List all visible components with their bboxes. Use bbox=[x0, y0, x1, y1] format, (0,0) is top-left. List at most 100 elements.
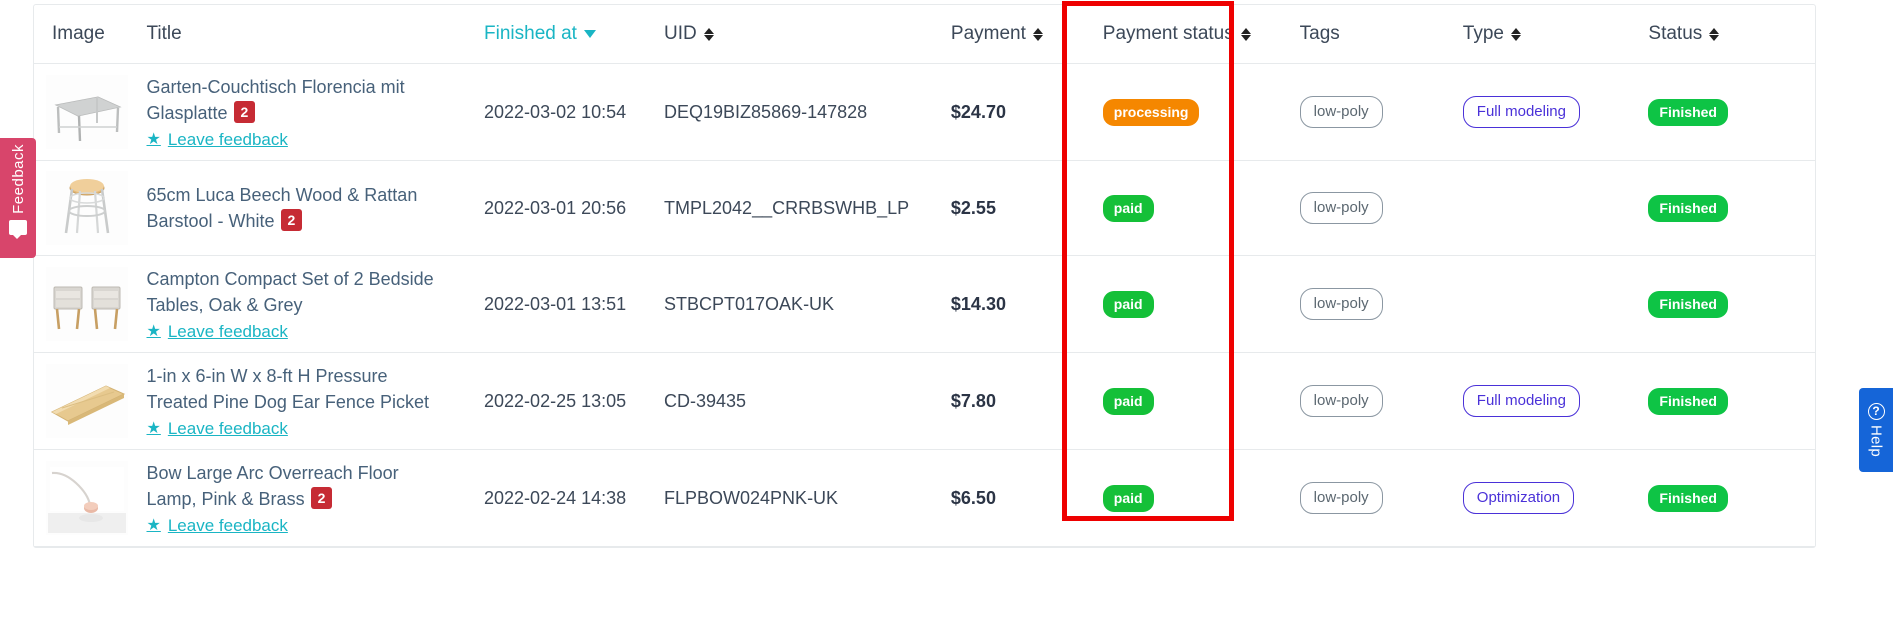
status-badge: Finished bbox=[1648, 99, 1728, 126]
leave-feedback-link[interactable]: ★Leave feedback bbox=[147, 419, 288, 439]
finished-at-value: 2022-02-25 13:05 bbox=[484, 391, 626, 411]
cell-finished-at: 2022-02-24 14:38 bbox=[484, 450, 664, 547]
column-header-uid[interactable]: UID bbox=[664, 5, 951, 64]
product-title: 1-in x 6-in W x 8-ft H Pressure Treated … bbox=[147, 366, 429, 412]
product-title-wrapper: 1-in x 6-in W x 8-ft H Pressure Treated … bbox=[147, 363, 437, 415]
leave-feedback-label: Leave feedback bbox=[168, 516, 288, 536]
page-bottom-edge bbox=[0, 623, 1893, 633]
table-row[interactable]: 65cm Luca Beech Wood & Rattan Barstool -… bbox=[34, 161, 1815, 256]
table-row[interactable]: 1-in x 6-in W x 8-ft H Pressure Treated … bbox=[34, 353, 1815, 450]
item-count-badge: 2 bbox=[281, 209, 303, 231]
cell-image bbox=[34, 256, 147, 353]
product-title-wrapper: Bow Large Arc Overreach Floor Lamp, Pink… bbox=[147, 460, 437, 512]
sort-arrows-icon bbox=[1241, 28, 1251, 41]
leave-feedback-link[interactable]: ★Leave feedback bbox=[147, 130, 288, 150]
fence-picket-plank-thumbnail bbox=[46, 364, 128, 438]
table-row[interactable]: Garten-Couchtisch Florencia mit Glasplat… bbox=[34, 64, 1815, 161]
payment-value: $24.70 bbox=[951, 102, 1006, 122]
product-title-wrapper: 65cm Luca Beech Wood & Rattan Barstool -… bbox=[147, 182, 437, 234]
cell-status: Finished bbox=[1648, 161, 1815, 256]
leave-feedback-link[interactable]: ★Leave feedback bbox=[147, 322, 288, 342]
feedback-tab[interactable]: Feedback bbox=[0, 138, 36, 258]
cell-image bbox=[34, 450, 147, 547]
column-header-status[interactable]: Status bbox=[1648, 5, 1815, 64]
status-badge: Finished bbox=[1648, 291, 1728, 318]
orders-table: Image TitleFinished at UID Payment Payment s… bbox=[34, 5, 1815, 547]
cell-type: Optimization bbox=[1463, 450, 1649, 547]
table-row[interactable]: Campton Compact Set of 2 Bedside Tables,… bbox=[34, 256, 1815, 353]
column-header-type[interactable]: Type bbox=[1463, 5, 1649, 64]
payment-value: $14.30 bbox=[951, 294, 1006, 314]
payment-status-badge: paid bbox=[1103, 485, 1154, 512]
column-header-uid-inner: UID bbox=[664, 23, 714, 45]
leave-feedback-link[interactable]: ★Leave feedback bbox=[147, 516, 288, 536]
cell-tags: low-poly bbox=[1300, 353, 1463, 450]
cell-image bbox=[34, 161, 147, 256]
cell-payment: $6.50 bbox=[951, 450, 1103, 547]
cell-finished-at: 2022-03-01 20:56 bbox=[484, 161, 664, 256]
cell-payment: $24.70 bbox=[951, 64, 1103, 161]
uid-value: TMPL2042__CRRBSWHB_LP bbox=[664, 198, 909, 218]
payment-value: $6.50 bbox=[951, 488, 996, 508]
help-tab[interactable]: ? Help bbox=[1859, 388, 1893, 472]
cell-payment: $7.80 bbox=[951, 353, 1103, 450]
product-title: Bow Large Arc Overreach Floor Lamp, Pink… bbox=[147, 463, 399, 509]
column-header-payment_status-inner: Payment status bbox=[1103, 23, 1251, 45]
tag-chip[interactable]: low-poly bbox=[1300, 96, 1383, 128]
status-badge: Finished bbox=[1648, 388, 1728, 415]
cell-payment-status: paid bbox=[1103, 353, 1300, 450]
sort-desc-caret-icon bbox=[584, 30, 596, 38]
arc-floor-lamp-thumbnail bbox=[46, 461, 128, 535]
column-header-payment_status[interactable]: Payment status bbox=[1103, 5, 1300, 64]
product-title: Campton Compact Set of 2 Bedside Tables,… bbox=[147, 269, 434, 315]
column-header-image-inner: Image bbox=[52, 23, 105, 45]
finished-at-value: 2022-03-01 13:51 bbox=[484, 294, 626, 314]
table-header-row: Image TitleFinished at UID Payment Payment s… bbox=[34, 5, 1815, 64]
chat-bubble-icon bbox=[9, 220, 27, 235]
cell-status: Finished bbox=[1648, 256, 1815, 353]
cell-tags: low-poly bbox=[1300, 256, 1463, 353]
column-header-type-inner: Type bbox=[1463, 23, 1521, 45]
column-header-payment-label: Payment bbox=[951, 23, 1026, 45]
column-header-finished_at[interactable]: Finished at bbox=[484, 5, 664, 64]
column-header-type-label: Type bbox=[1463, 23, 1504, 45]
finished-at-value: 2022-02-24 14:38 bbox=[484, 488, 626, 508]
item-count-badge: 2 bbox=[311, 487, 333, 509]
leave-feedback-label: Leave feedback bbox=[168, 419, 288, 439]
tag-chip[interactable]: low-poly bbox=[1300, 288, 1383, 320]
uid-value: FLPBOW024PNK-UK bbox=[664, 488, 838, 508]
type-chip: Full modeling bbox=[1463, 385, 1580, 417]
tag-chip[interactable]: low-poly bbox=[1300, 385, 1383, 417]
table-header: Image TitleFinished at UID Payment Payment s… bbox=[34, 5, 1815, 64]
tag-chip[interactable]: low-poly bbox=[1300, 192, 1383, 224]
cell-tags: low-poly bbox=[1300, 64, 1463, 161]
cell-tags: low-poly bbox=[1300, 450, 1463, 547]
item-count-badge: 2 bbox=[234, 101, 256, 123]
sort-arrows-icon bbox=[704, 28, 714, 41]
cell-type bbox=[1463, 256, 1649, 353]
column-header-title: Title bbox=[147, 5, 485, 64]
payment-status-badge: paid bbox=[1103, 388, 1154, 415]
cell-type bbox=[1463, 161, 1649, 256]
tag-chip[interactable]: low-poly bbox=[1300, 482, 1383, 514]
column-header-image: Image bbox=[34, 5, 147, 64]
leave-feedback-label: Leave feedback bbox=[168, 322, 288, 342]
sort-arrows-icon bbox=[1033, 28, 1043, 41]
status-badge: Finished bbox=[1648, 485, 1728, 512]
payment-status-badge: processing bbox=[1103, 99, 1200, 126]
cell-payment: $2.55 bbox=[951, 161, 1103, 256]
star-icon: ★ bbox=[147, 132, 161, 148]
column-header-payment[interactable]: Payment bbox=[951, 5, 1103, 64]
cell-uid: FLPBOW024PNK-UK bbox=[664, 450, 951, 547]
cell-payment: $14.30 bbox=[951, 256, 1103, 353]
cell-payment-status: paid bbox=[1103, 256, 1300, 353]
table-row[interactable]: Bow Large Arc Overreach Floor Lamp, Pink… bbox=[34, 450, 1815, 547]
sort-arrows-icon bbox=[1511, 28, 1521, 41]
product-title-wrapper: Garten-Couchtisch Florencia mit Glasplat… bbox=[147, 74, 437, 126]
cell-finished-at: 2022-03-01 13:51 bbox=[484, 256, 664, 353]
cell-title: 1-in x 6-in W x 8-ft H Pressure Treated … bbox=[147, 353, 485, 450]
column-header-status-label: Status bbox=[1648, 23, 1702, 45]
cell-image bbox=[34, 353, 147, 450]
finished-at-value: 2022-03-02 10:54 bbox=[484, 102, 626, 122]
column-header-finished_at-label: Finished at bbox=[484, 23, 577, 45]
